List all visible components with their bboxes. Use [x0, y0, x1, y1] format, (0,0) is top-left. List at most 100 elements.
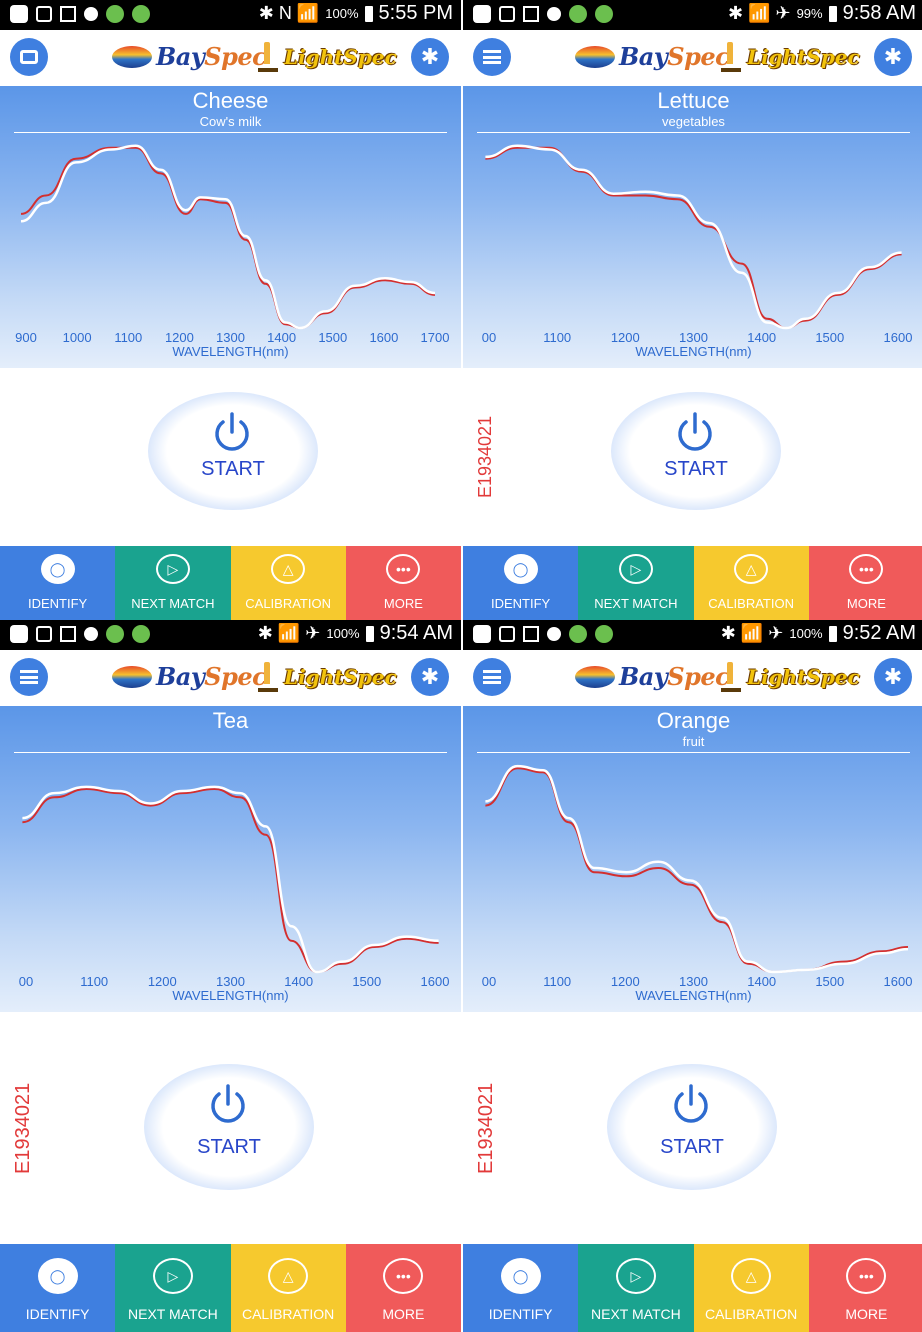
device-serial: E1934021: [475, 415, 495, 498]
calibration-tab-label: CALIBRATION: [241, 1306, 335, 1322]
x-axis-label: WAVELENGTH(nm): [172, 988, 288, 1003]
x-tick-label: 1600: [884, 330, 913, 345]
more-dots-icon: •••: [846, 1258, 887, 1294]
notification-icon: [569, 625, 587, 643]
notification-icon: [569, 5, 587, 23]
menu-icon: [20, 670, 38, 684]
notification-icon: [132, 625, 150, 643]
notification-icon: [106, 625, 124, 643]
battery-percent: 100%: [789, 626, 823, 641]
menu-button[interactable]: [10, 658, 48, 696]
bluetooth-button[interactable]: ✱: [874, 38, 912, 76]
status-time: 9:58 AM: [842, 2, 916, 24]
drop-icon: △: [731, 1258, 772, 1294]
bluetooth-button[interactable]: ✱: [411, 38, 449, 76]
x-tick-label: 1400: [267, 330, 296, 345]
bottom-nav: ◯ IDENTIFY ▷ NEXT MATCH △ CALIBRATION ••• MORE: [0, 1244, 461, 1332]
x-tick-label: 900: [15, 330, 37, 345]
measured-spectrum-line: [485, 144, 902, 330]
lightspec-wordmark: LightSpec: [284, 665, 397, 689]
x-tick-label: 1500: [815, 330, 844, 345]
x-tick-label: 1100: [80, 974, 108, 989]
printer-icon: [20, 50, 38, 64]
start-button[interactable]: START: [611, 392, 781, 510]
notification-icon: [523, 6, 539, 22]
identify-tab[interactable]: ◯ IDENTIFY: [0, 1244, 116, 1332]
bluetooth-icon: ✱: [420, 664, 440, 689]
notification-icon: [10, 625, 28, 643]
lightspec-logo: LightSpec: [721, 662, 860, 692]
lightspec-logo: LightSpec: [721, 42, 860, 72]
x-tick-label: 1500: [815, 974, 844, 989]
bluetooth-button[interactable]: ✱: [874, 658, 912, 696]
flask-icon: [258, 42, 278, 72]
drop-icon: △: [271, 554, 306, 584]
identify-tab[interactable]: ◯ IDENTIFY: [463, 546, 579, 620]
bayspec-eye-icon: [575, 665, 615, 688]
next-match-tab-label: NEXT MATCH: [594, 596, 678, 611]
lightspec-wordmark: LightSpec: [284, 45, 397, 69]
bluetooth-icon: ✱: [883, 44, 903, 69]
notification-icon: [84, 7, 98, 21]
status-time: 9:54 AM: [379, 622, 453, 644]
magnifier-icon: ◯: [40, 554, 75, 584]
app-screen: ✱ 📶 ✈ 100% 9:54 AM BaySpec LightSpec ✱ 00 1100 1…: [0, 620, 461, 1332]
battery-percent: 100%: [325, 6, 359, 21]
start-area: E1934021 START: [463, 1012, 922, 1244]
title-divider: [477, 752, 910, 753]
x-tick-label: 1600: [369, 330, 398, 345]
more-tab-label: MORE: [383, 596, 423, 611]
more-tab[interactable]: ••• MORE: [808, 1244, 922, 1332]
app-bar: BaySpec LightSpec ✱: [463, 650, 922, 706]
notification-icon: [132, 5, 150, 23]
more-tab[interactable]: ••• MORE: [808, 546, 922, 620]
bayspec-eye-icon: [112, 665, 152, 688]
identify-tab-label: IDENTIFY: [25, 1306, 90, 1322]
more-tab-label: MORE: [382, 1306, 425, 1322]
reference-spectrum-line: [485, 767, 909, 974]
start-button[interactable]: START: [144, 1064, 314, 1190]
drop-icon: △: [734, 554, 769, 584]
identify-tab-label: IDENTIFY: [488, 1306, 553, 1322]
x-axis-label: WAVELENGTH(nm): [172, 344, 288, 359]
status-symbols: ✱ N 📶: [258, 3, 320, 23]
sample-category: vegetables: [662, 114, 725, 129]
identify-tab[interactable]: ◯ IDENTIFY: [0, 546, 116, 620]
start-area: E1934021 START: [0, 1012, 461, 1244]
reference-spectrum-line: [485, 146, 902, 330]
magnifier-icon: ◯: [500, 1258, 541, 1294]
battery-percent: 99%: [796, 6, 823, 21]
notification-icon: [473, 625, 491, 643]
calibration-tab-label: CALIBRATION: [245, 596, 331, 611]
x-tick-label: 1300: [216, 330, 245, 345]
more-tab[interactable]: ••• MORE: [345, 546, 461, 620]
x-tick-label: 1300: [679, 974, 708, 989]
title-divider: [477, 132, 910, 133]
next-match-tab[interactable]: ▷ NEXT MATCH: [578, 1244, 694, 1332]
bayspec-wordmark: BaySpec: [619, 662, 730, 691]
calibration-tab[interactable]: △ CALIBRATION: [693, 546, 809, 620]
measured-spectrum-line: [485, 764, 909, 974]
next-match-tab[interactable]: ▷ NEXT MATCH: [578, 546, 694, 620]
next-match-tab[interactable]: ▷ NEXT MATCH: [115, 546, 231, 620]
print-button[interactable]: [10, 38, 48, 76]
calibration-tab[interactable]: △ CALIBRATION: [230, 1244, 346, 1332]
calibration-tab[interactable]: △ CALIBRATION: [693, 1244, 809, 1332]
x-tick-label: 1400: [747, 974, 776, 989]
x-tick-label: 1600: [421, 974, 450, 989]
next-match-tab[interactable]: ▷ NEXT MATCH: [115, 1244, 231, 1332]
more-tab[interactable]: ••• MORE: [345, 1244, 461, 1332]
x-tick-label: 1700: [421, 330, 450, 345]
x-tick-label: 1200: [611, 330, 640, 345]
start-button[interactable]: START: [607, 1064, 777, 1190]
calibration-tab[interactable]: △ CALIBRATION: [230, 546, 346, 620]
lightspec-logo: LightSpec: [258, 42, 397, 72]
bluetooth-button[interactable]: ✱: [411, 658, 449, 696]
notification-icon: [106, 5, 124, 23]
menu-button[interactable]: [473, 658, 511, 696]
identify-tab[interactable]: ◯ IDENTIFY: [463, 1244, 579, 1332]
more-tab-label: MORE: [845, 1306, 888, 1322]
menu-button[interactable]: [473, 38, 511, 76]
start-button[interactable]: START: [148, 392, 318, 510]
status-time: 5:55 PM: [378, 2, 453, 24]
